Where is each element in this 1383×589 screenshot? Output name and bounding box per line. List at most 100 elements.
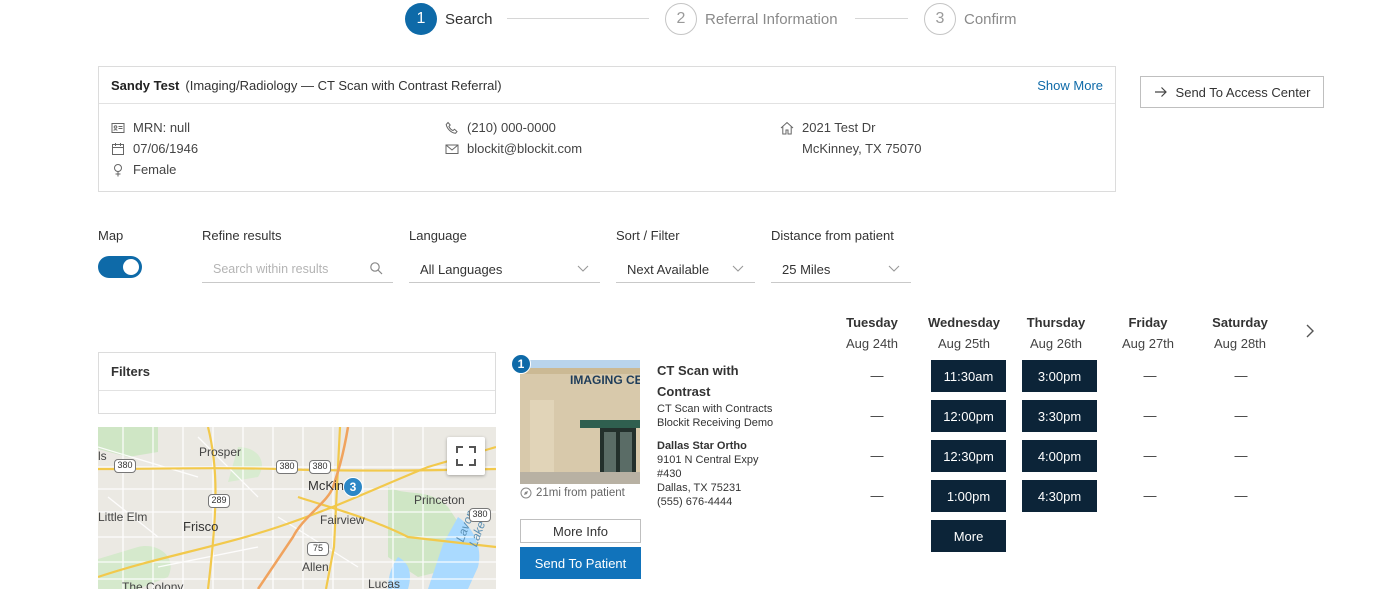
distance-label: Distance from patient [771, 228, 894, 243]
distance-value: 25 Miles [782, 261, 831, 277]
patient-card-header: Sandy Test (Imaging/Radiology — CT Scan … [99, 67, 1115, 104]
day-name: Wednesday [927, 315, 1000, 330]
distance-from-patient: 21mi from patient [520, 487, 625, 499]
time-slot-button[interactable]: 1:00pm [931, 480, 1006, 512]
step-label: Search [445, 10, 493, 28]
distance-select[interactable]: 25 Miles [771, 256, 911, 283]
no-slot-dash: — [1234, 488, 1248, 503]
language-select[interactable]: All Languages [409, 256, 600, 283]
time-slot-button[interactable]: 12:00pm [931, 400, 1006, 432]
provider-photo[interactable]: IMAGING CEN [520, 360, 640, 484]
step-label: Confirm [964, 10, 1017, 28]
no-slot-dash: — [1143, 488, 1157, 503]
location-phone: (555) 676-4444 [657, 496, 733, 508]
map-label-allen: Allen [302, 560, 329, 574]
no-slot-dash: — [1234, 408, 1248, 423]
home-icon [780, 121, 794, 135]
show-more-link[interactable]: Show More [1037, 78, 1103, 93]
step-confirm[interactable]: 3 Confirm [924, 3, 1017, 35]
day-header-tuesday: Tuesday Aug 24th [826, 312, 918, 354]
address-line1: 2021 Test Dr [802, 120, 876, 135]
location-address-line3: Dallas, TX 75231 [657, 482, 742, 494]
step-number: 3 [924, 3, 956, 35]
more-info-button[interactable]: More Info [520, 519, 641, 543]
time-slot-button[interactable]: 12:30pm [931, 440, 1006, 472]
map-label-princeton: Princeton [414, 493, 465, 507]
send-to-access-center-button[interactable]: Send To Access Center [1140, 76, 1324, 108]
step-number: 2 [665, 3, 697, 35]
mail-icon [445, 142, 459, 156]
map-marker[interactable]: 3 [343, 477, 363, 497]
refine-search-input[interactable]: Search within results [202, 256, 393, 283]
time-slot-button[interactable]: 3:00pm [1022, 360, 1097, 392]
highway-shield: 380 [114, 459, 136, 473]
map-label-frisco: Frisco [183, 519, 219, 534]
no-slot-dash: — [870, 488, 884, 503]
chevron-right-icon[interactable] [1302, 323, 1318, 339]
no-slot-dash: — [1143, 408, 1157, 423]
no-slot-dash: — [1143, 448, 1157, 463]
receiving-org: Blockit Receiving Demo [657, 417, 774, 429]
compass-icon [520, 487, 532, 499]
id-card-icon [111, 121, 125, 135]
map-label-prosper: Prosper [199, 445, 242, 459]
step-connector [855, 18, 908, 19]
map-label-little-elm: Little Elm [98, 510, 148, 524]
location-address-line1: 9101 N Central Expy [657, 454, 759, 466]
send-to-patient-button[interactable]: Send To Patient [520, 547, 641, 579]
address-line2: McKinney, TX 75070 [802, 141, 922, 156]
no-slot-dash: — [870, 408, 884, 423]
map-fullscreen-button[interactable] [447, 437, 485, 475]
chevron-down-icon [731, 261, 745, 275]
toggle-knob [123, 259, 139, 275]
referral-type: (Imaging/Radiology — CT Scan with Contra… [185, 77, 502, 93]
chevron-down-icon [576, 261, 590, 275]
filters-panel: Filters [98, 352, 496, 414]
result-number-badge: 1 [511, 354, 531, 374]
day-header-thursday: Thursday Aug 26th [1010, 312, 1102, 354]
more-slots-button[interactable]: More [931, 520, 1006, 552]
step-number: 1 [405, 3, 437, 35]
step-label: Referral Information [705, 10, 838, 28]
day-header-wednesday: Wednesday Aug 25th [918, 312, 1010, 354]
map-toggle[interactable] [98, 256, 142, 278]
distance-text: 21mi from patient [536, 487, 625, 499]
map-label-fairview: Fairview [320, 513, 365, 527]
day-date: Aug 24th [845, 336, 899, 351]
step-referral-information[interactable]: 2 Referral Information [665, 3, 838, 35]
sort-select[interactable]: Next Available [616, 256, 755, 283]
map-view[interactable]: ls Prosper McKin Princeton Frisco Fairvi… [98, 427, 496, 589]
map-label-the-colony: The Colony [122, 580, 184, 589]
no-slot-dash: — [870, 448, 884, 463]
highway-shield: 289 [208, 494, 230, 508]
no-slot-dash: — [870, 368, 884, 383]
step-connector [507, 18, 649, 19]
search-icon [369, 261, 383, 275]
day-name: Saturday [1212, 315, 1268, 330]
day-date: Aug 26th [1029, 336, 1083, 351]
time-slot-button[interactable]: 3:30pm [1022, 400, 1097, 432]
chevron-down-icon [887, 261, 901, 275]
service-name-line1: CT Scan with [657, 363, 739, 378]
time-slot-button[interactable]: 11:30am [931, 360, 1006, 392]
day-date: Aug 27th [1121, 336, 1175, 351]
patient-card: Sandy Test (Imaging/Radiology — CT Scan … [98, 66, 1116, 192]
location-address-line2: #430 [657, 468, 682, 480]
map-label-ls: ls [98, 449, 107, 463]
day-header-saturday: Saturday Aug 28th [1194, 312, 1286, 354]
patient-contact: (210) 000-0000 blockit@blockit.com [445, 117, 582, 159]
no-slot-dash: — [1234, 368, 1248, 383]
day-name: Thursday [1026, 315, 1086, 330]
sort-label: Sort / Filter [616, 228, 680, 243]
no-slot-dash: — [1143, 368, 1157, 383]
time-slot-button[interactable]: 4:00pm [1022, 440, 1097, 472]
time-slot-button[interactable]: 4:30pm [1022, 480, 1097, 512]
mrn-text: MRN: null [133, 120, 191, 135]
building-image: IMAGING CEN [520, 360, 640, 484]
step-search[interactable]: 1 Search [405, 3, 493, 35]
no-slot-dash: — [1234, 448, 1248, 463]
filters-title: Filters [99, 353, 495, 391]
provider-info: CT Scan with Contrast CT Scan with Contr… [657, 360, 817, 509]
patient-demographics: MRN: null 07/06/1946 Female [111, 117, 198, 180]
dob-text: 07/06/1946 [133, 141, 199, 156]
